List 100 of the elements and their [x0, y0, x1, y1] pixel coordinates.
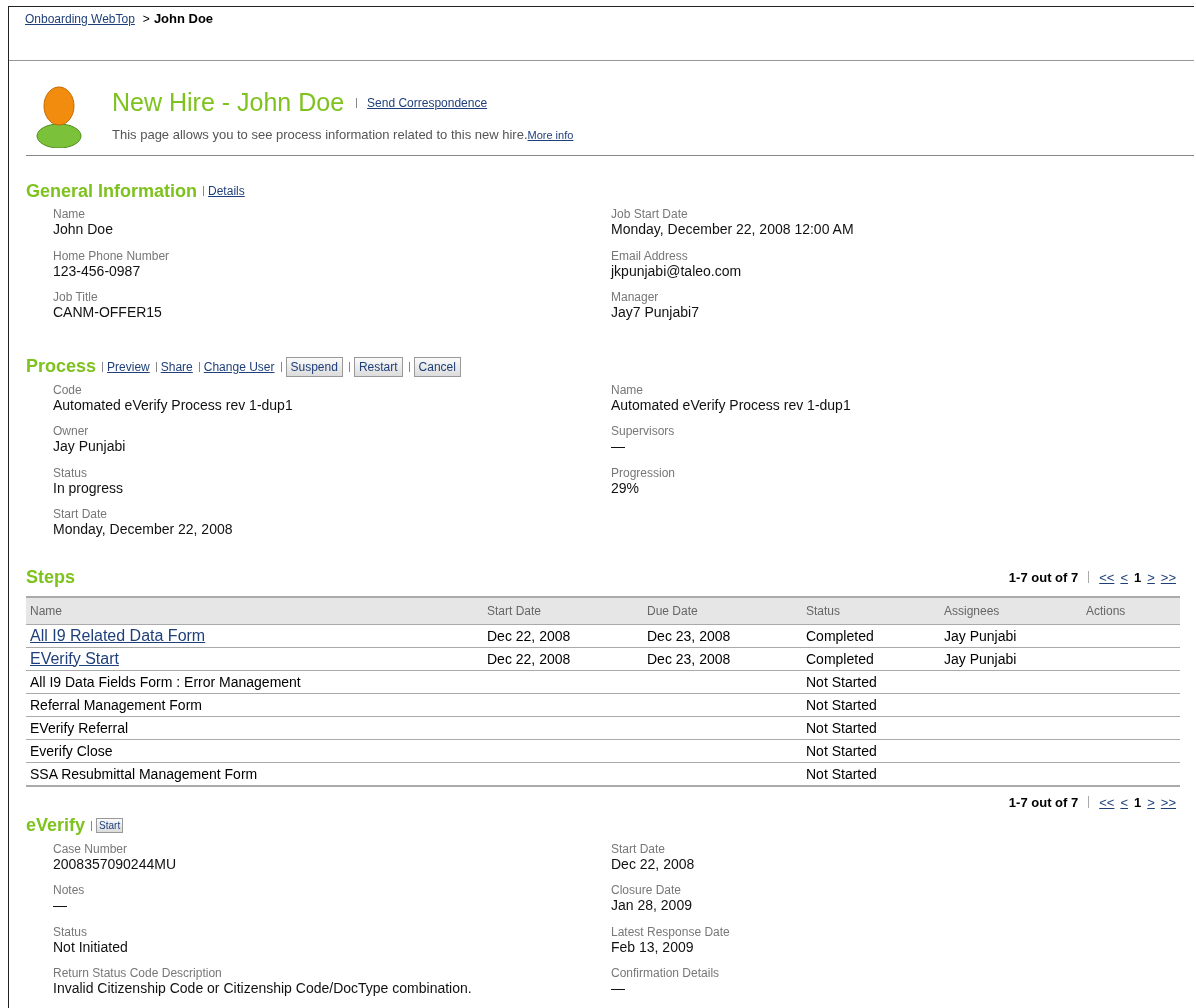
section-title: eVerify	[26, 815, 86, 836]
field-label: Start Date	[611, 841, 667, 856]
field-label: Email Address	[611, 248, 689, 263]
field-label: Start Date	[53, 507, 109, 521]
table-cell: Everify Close	[30, 742, 113, 759]
field-label: Code	[53, 382, 83, 397]
field-value: —	[611, 438, 626, 454]
action-button[interactable]: Restart	[353, 356, 403, 377]
column-header: Actions	[1086, 603, 1126, 618]
next-page-link[interactable]: >	[1147, 569, 1155, 585]
first-page-link[interactable]: <<	[1099, 569, 1115, 585]
field-label: Progression	[611, 465, 677, 480]
field-label: Confirmation Details	[611, 966, 721, 980]
section-link[interactable]: Share	[160, 359, 193, 374]
section-link[interactable]: Details	[208, 184, 245, 198]
table-cell: EVerify Referral	[30, 719, 129, 736]
more-info-link[interactable]: More info	[527, 129, 574, 141]
previous-page-link[interactable]: <	[1120, 569, 1128, 585]
table-cell: Referral Management Form	[30, 696, 202, 713]
field-label: Case Number	[53, 841, 129, 856]
table-cell: Not Started	[806, 765, 877, 782]
column-header: Status	[806, 603, 841, 618]
field-label: Manager	[611, 290, 660, 304]
field-value: Jay7 Punjabi7	[611, 304, 700, 320]
field-value: Automated eVerify Process rev 1-dup1	[611, 396, 852, 413]
field-value: —	[53, 897, 68, 913]
field-value: Monday, December 22, 2008 12:00 AM	[611, 221, 855, 237]
table-cell: Not Started	[806, 742, 877, 759]
field-value: 29%	[611, 479, 640, 496]
table-cell: Jay Punjabi	[944, 650, 1017, 667]
field-value: Not Initiated	[53, 938, 129, 955]
breadcrumb-current: John Doe	[153, 11, 214, 26]
column-header: Assignees	[944, 603, 1000, 618]
page-number: 1	[1134, 794, 1142, 810]
section-link[interactable]: Preview	[107, 359, 150, 374]
breadcrumb-separator: >	[142, 12, 150, 26]
pager-range: 1-7 out of 7	[1008, 794, 1079, 810]
column-header: Due Date	[647, 603, 698, 618]
last-page-link[interactable]: >>	[1160, 794, 1176, 810]
field-label: Status	[53, 924, 89, 939]
person-icon	[36, 86, 82, 148]
send-correspondence-link[interactable]: Send Correspondence	[367, 95, 488, 110]
next-page-link[interactable]: >	[1147, 794, 1155, 810]
field-value: Jan 28, 2009	[611, 897, 693, 913]
field-label: Owner	[53, 424, 90, 438]
field-value: Monday, December 22, 2008	[53, 521, 234, 537]
field-value: Automated eVerify Process rev 1-dup1	[53, 396, 294, 413]
table-cell: Dec 22, 2008	[487, 650, 571, 667]
field-label: Home Phone Number	[53, 248, 171, 263]
field-value: Dec 22, 2008	[611, 855, 696, 872]
field-value: In progress	[53, 479, 125, 496]
last-page-link[interactable]: >>	[1160, 569, 1176, 585]
field-value: John Doe	[53, 221, 114, 237]
table-cell: Completed	[806, 650, 874, 667]
field-label: Return Status Code Description	[53, 966, 223, 980]
table-cell: Not Started	[806, 719, 877, 736]
field-label: Status	[53, 465, 89, 480]
field-label: Name	[53, 207, 86, 221]
table-cell: Dec 23, 2008	[647, 627, 731, 644]
column-header: Name	[30, 603, 62, 618]
table-cell: Dec 22, 2008	[487, 627, 571, 644]
field-label: Latest Response Date	[611, 924, 731, 939]
field-value: 2008357090244MU	[53, 855, 177, 872]
table-cell: Dec 23, 2008	[647, 650, 731, 667]
table-cell: SSA Resubmittal Management Form	[30, 765, 258, 782]
page-title: New Hire - John Doe	[112, 88, 345, 117]
field-label: Closure Date	[611, 883, 683, 897]
field-value: CANM-OFFER15	[53, 304, 163, 320]
field-label: Job Start Date	[611, 207, 689, 221]
section-title: Process	[26, 356, 97, 377]
field-label: Notes	[53, 883, 86, 897]
field-value: —	[611, 980, 626, 996]
section-title: Steps	[26, 566, 76, 588]
step-link[interactable]: EVerify Start	[30, 649, 119, 667]
field-value: Jay Punjabi	[53, 438, 127, 454]
action-button[interactable]: Cancel	[413, 356, 461, 377]
section-link[interactable]: Change User	[203, 359, 275, 374]
action-button[interactable]: Suspend	[285, 356, 343, 377]
table-cell: Completed	[806, 627, 874, 644]
column-header: Start Date	[487, 603, 542, 618]
pager-range: 1-7 out of 7	[1008, 569, 1079, 585]
field-label: Name	[611, 382, 644, 397]
field-value: 123-456-0987	[53, 262, 142, 279]
start-button[interactable]: Start	[96, 818, 124, 833]
table-cell: Not Started	[806, 696, 877, 713]
page-number: 1	[1134, 569, 1142, 585]
previous-page-link[interactable]: <	[1120, 794, 1128, 810]
table-cell: All I9 Data Fields Form : Error Management	[30, 673, 301, 690]
field-label: Supervisors	[611, 424, 676, 438]
field-label: Job Title	[53, 290, 99, 304]
section-title: General Information	[26, 180, 198, 202]
first-page-link[interactable]: <<	[1099, 794, 1115, 810]
field-value: jkpunjabi@taleo.com	[611, 262, 743, 279]
page-description: This page allows you to see process information related to this new hire.	[112, 127, 528, 142]
field-value: Invalid Citizenship Code or Citizenship Code/DocType combination.	[53, 980, 473, 996]
field-value: Feb 13, 2009	[611, 938, 694, 955]
table-cell: Jay Punjabi	[944, 627, 1017, 644]
table-cell: Not Started	[806, 673, 877, 690]
step-link[interactable]: All I9 Related Data Form	[30, 626, 206, 644]
breadcrumb-link[interactable]: Onboarding WebTop	[25, 12, 135, 26]
